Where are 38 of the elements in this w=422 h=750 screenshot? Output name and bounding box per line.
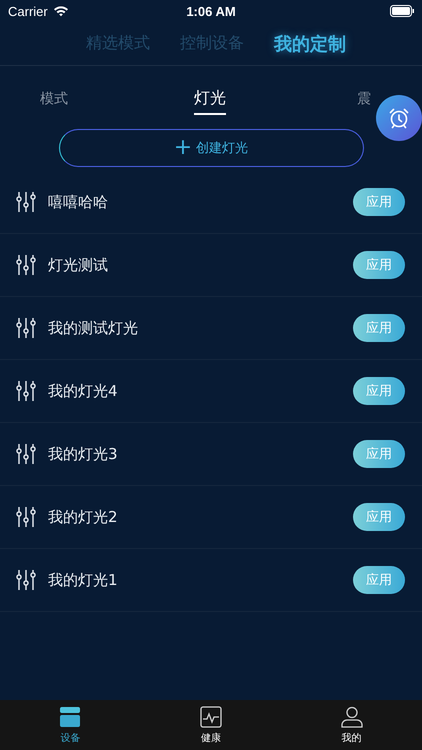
- light-name: 我的灯光4: [48, 382, 119, 400]
- sliders-icon: [16, 443, 36, 465]
- create-light-button[interactable]: + 创建灯光: [58, 129, 364, 167]
- sliders-icon: [16, 380, 36, 402]
- light-name: 灯光测试: [48, 256, 109, 274]
- sliders-icon: [16, 317, 36, 339]
- battery-icon: [390, 5, 414, 17]
- apply-button[interactable]: 应用: [353, 503, 405, 531]
- sub-tab[interactable]: 灯光: [194, 88, 226, 115]
- sliders-icon: [16, 254, 36, 276]
- apply-button[interactable]: 应用: [353, 566, 405, 594]
- status-time: 1:06 AM: [186, 4, 236, 18]
- sliders-icon: [16, 506, 36, 528]
- light-name: 我的灯光2: [48, 508, 119, 526]
- wifi-icon: [52, 5, 69, 17]
- sliders-icon: [16, 191, 36, 213]
- person-icon: [340, 706, 363, 728]
- light-name: 嘻嘻哈哈: [48, 192, 109, 212]
- sub-tab[interactable]: 震: [357, 90, 371, 112]
- apply-button[interactable]: 应用: [353, 188, 405, 216]
- apply-button[interactable]: 应用: [353, 440, 405, 468]
- apply-button[interactable]: 应用: [353, 314, 405, 342]
- sub-tab[interactable]: 模式: [40, 90, 68, 112]
- sliders-icon: [16, 569, 36, 591]
- light-name: 我的灯光1: [48, 570, 119, 590]
- carrier-name: Carrier: [8, 4, 48, 18]
- apply-button[interactable]: 应用: [353, 251, 405, 279]
- pulse-icon: [200, 706, 222, 728]
- top-tab[interactable]: 我的定制: [270, 32, 350, 56]
- bottom-tab[interactable]: 我的: [281, 700, 422, 750]
- light-name: 我的灯光3: [48, 444, 119, 464]
- cards-icon: [59, 706, 82, 728]
- light-name: 我的测试灯光: [48, 318, 139, 338]
- bottom-tab[interactable]: 设备: [0, 700, 141, 750]
- alarm-button[interactable]: [376, 95, 422, 141]
- alarm-clock-icon: [387, 106, 411, 130]
- apply-button[interactable]: 应用: [353, 377, 405, 405]
- bottom-tab[interactable]: 健康: [140, 700, 282, 750]
